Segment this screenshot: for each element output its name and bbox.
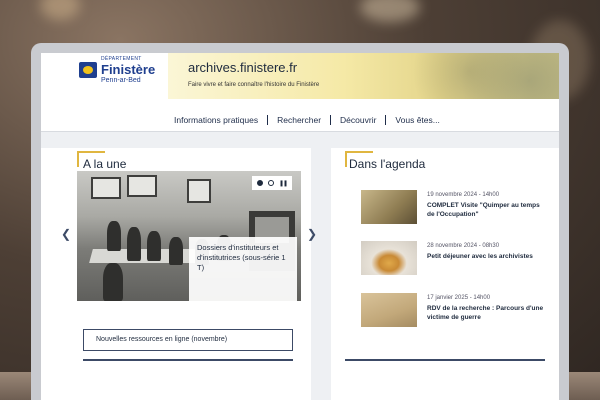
photo-person [103,263,123,301]
agenda-item[interactable]: 28 novembre 2024 - 08h30 Petit déjeuner … [361,241,551,277]
nav-item-vous-etes[interactable]: Vous êtes... [386,115,448,125]
logo-subname: Penn-ar-Bed [101,77,141,84]
nav-item-rechercher[interactable]: Rechercher [268,115,332,125]
photo-window [91,177,121,199]
slider-controls: ❚❚ [252,176,293,190]
background-light [360,0,420,22]
photo-person [169,237,183,265]
photo-person [127,227,141,261]
agenda-item[interactable]: 17 janvier 2025 - 14h00 RDV de la recher… [361,293,551,329]
a-la-une-title: A la une [83,157,127,171]
chevron-left-icon[interactable]: ❮ [61,227,71,241]
site-header: DÉPARTEMENT Finistère Penn-ar-Bed archiv… [41,53,559,132]
logo-name: Finistère [101,62,156,77]
finistere-logo[interactable]: DÉPARTEMENT Finistère Penn-ar-Bed [79,56,159,88]
agenda-thumb [361,293,417,327]
browser-screen: DÉPARTEMENT Finistère Penn-ar-Bed archiv… [41,53,559,400]
nav-item-informations-pratiques[interactable]: Informations pratiques [165,115,269,125]
photo-person [107,221,121,251]
site-title[interactable]: archives.finistere.fr [188,60,297,75]
agenda-item-title[interactable]: RDV de la recherche : Parcours d'une vic… [427,305,549,322]
main-nav: Informations pratiques Rechercher Découv… [165,113,449,127]
agenda-date: 19 novembre 2024 - 14h00 [427,192,500,198]
agenda-title: Dans l'agenda [349,157,426,171]
agenda-date: 17 janvier 2025 - 14h00 [427,295,491,301]
photo-window [127,175,157,197]
section-underline [83,359,293,361]
agenda-item-title[interactable]: Petit déjeuner avec les archivistes [427,253,549,262]
nav-item-decouvrir[interactable]: Découvrir [331,115,387,125]
header-banner: archives.finistere.fr Faire vivre et fai… [168,53,559,99]
agenda-item-title[interactable]: COMPLET Visite "Quimper au temps de l'Oc… [427,202,549,219]
featured-slider[interactable]: ❚❚ Dossiers d'instituteurs et d'institut… [77,171,301,301]
site-tagline: Faire vivre et faire connaître l'histoir… [188,82,320,88]
photo-frame [187,179,211,203]
monitor-frame: DÉPARTEMENT Finistère Penn-ar-Bed archiv… [31,43,569,400]
slide-caption[interactable]: Dossiers d'instituteurs et d'institutric… [189,237,297,301]
pause-icon[interactable]: ❚❚ [279,180,288,187]
photo-person [147,231,161,261]
chevron-right-icon[interactable]: ❯ [307,227,317,241]
agenda-thumb [361,190,417,224]
logo-mark-icon [79,62,97,78]
agenda-thumb [361,241,417,275]
banner-texture [409,53,559,99]
agenda-date: 28 novembre 2024 - 08h30 [427,243,500,249]
new-resources-link[interactable]: Nouvelles ressources en ligne (novembre) [83,329,293,351]
slide-dot-1[interactable] [257,180,263,186]
background-light [40,0,80,20]
agenda-item[interactable]: 19 novembre 2024 - 14h00 COMPLET Visite … [361,190,551,226]
slide-dot-2[interactable] [268,180,274,186]
section-underline [345,359,545,361]
